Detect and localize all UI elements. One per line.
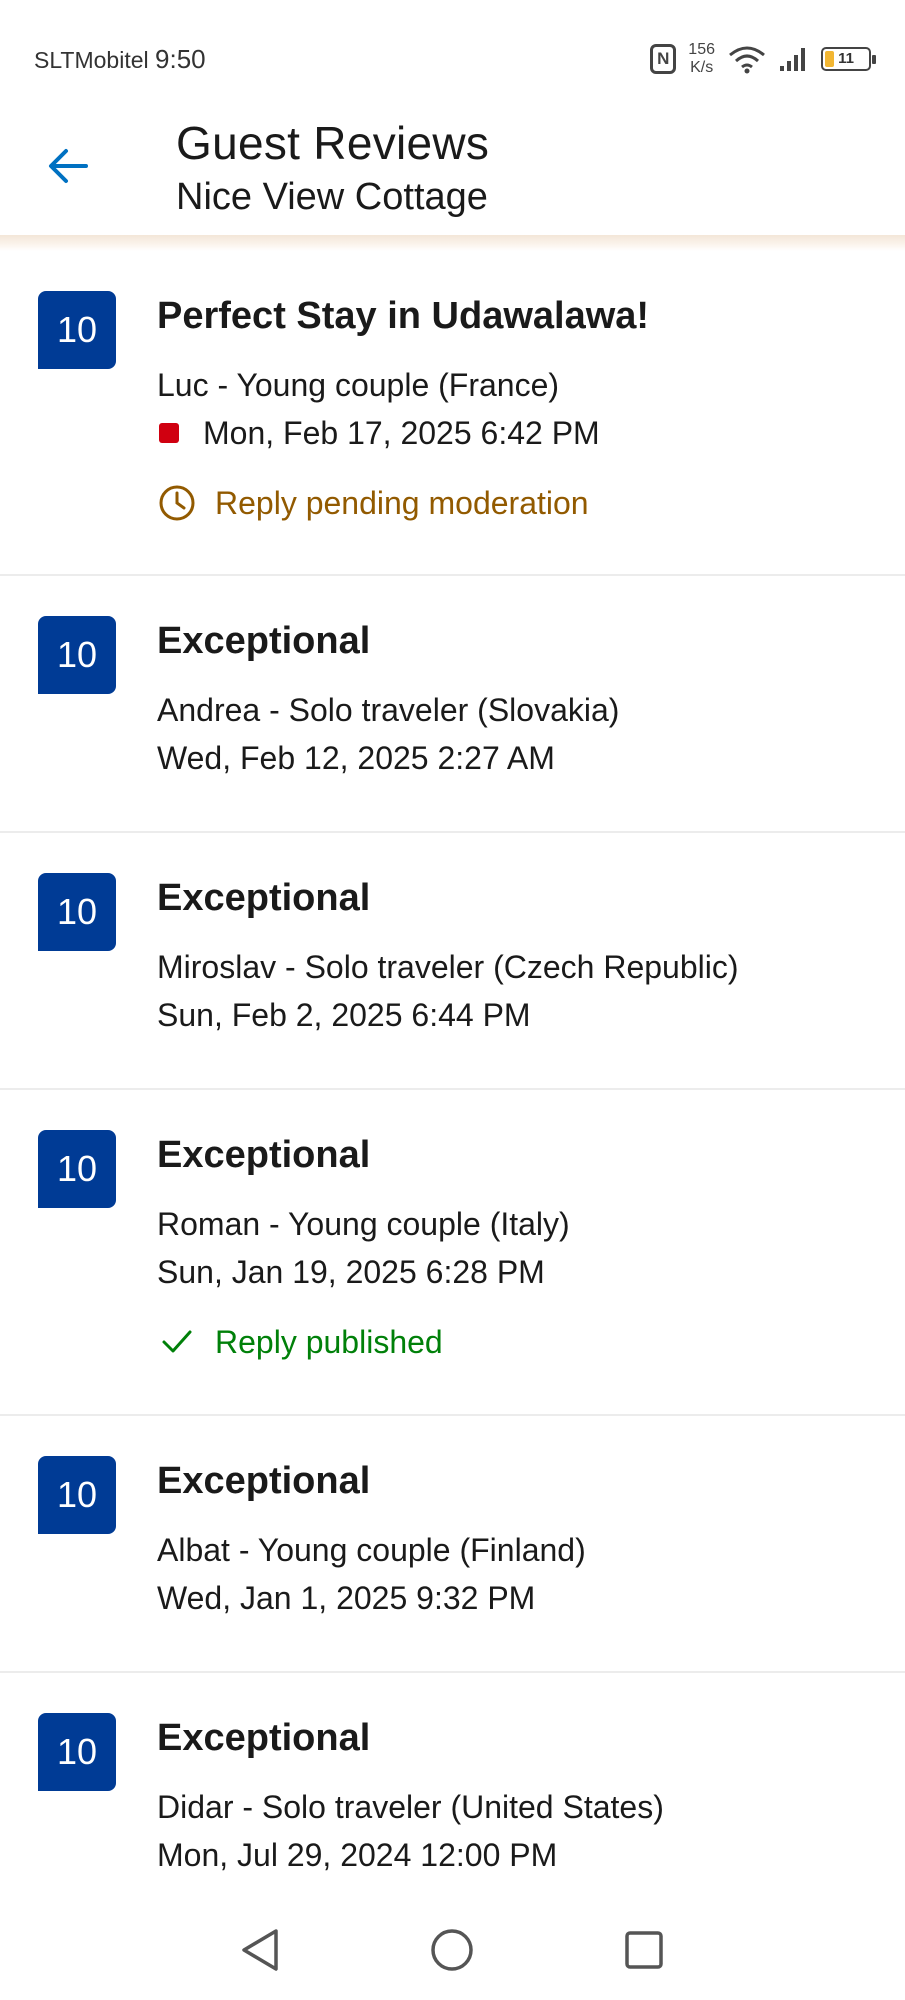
status-bar: SLTMobitel 9:50 N 156 K/s 11 (0, 0, 905, 110)
review-date: Sun, Jan 19, 2025 6:28 PM (157, 1254, 545, 1290)
home-circle-icon (431, 1929, 473, 1971)
review-date: Sun, Feb 2, 2025 6:44 PM (157, 997, 531, 1033)
recents-square-icon (625, 1931, 663, 1969)
page-title: Guest Reviews (176, 117, 490, 169)
review-title: Exceptional (157, 620, 371, 662)
review-item[interactable]: 10 Exceptional Miroslav - Solo traveler … (0, 833, 905, 1090)
back-triangle-icon (242, 1929, 278, 1971)
review-body: Perfect Stay in Udawalawa! Luc - Young c… (157, 251, 905, 523)
speed-value: 156 (688, 41, 715, 58)
reviewer-info: Miroslav - Solo traveler (Czech Republic… (157, 949, 739, 985)
reviewer-info: Andrea - Solo traveler (Slovakia) (157, 692, 620, 728)
review-item[interactable]: 10 Exceptional Didar - Solo traveler (Un… (0, 1673, 905, 1913)
flag-icon (159, 423, 179, 443)
nav-home-button[interactable] (424, 1922, 480, 1978)
score-badge: 10 (38, 1456, 116, 1534)
date-row: Wed, Feb 12, 2025 2:27 AM (157, 738, 905, 778)
review-body: Exceptional Roman - Young couple (Italy)… (157, 1090, 905, 1362)
clock-icon (157, 483, 197, 523)
app-header: Guest Reviews Nice View Cottage (0, 110, 905, 235)
carrier-time: SLTMobitel 9:50 (34, 44, 206, 75)
page-subtitle: Nice View Cottage (176, 176, 488, 218)
battery-icon: 11 (821, 47, 876, 71)
score-badge: 10 (38, 616, 116, 694)
date-row: Mon, Jul 29, 2024 12:00 PM (157, 1835, 905, 1875)
review-date: Wed, Feb 12, 2025 2:27 AM (157, 740, 555, 776)
reviewer-info: Luc - Young couple (France) (157, 367, 560, 403)
review-title: Exceptional (157, 1460, 371, 1502)
review-body: Exceptional Andrea - Solo traveler (Slov… (157, 576, 905, 778)
review-body: Exceptional Albat - Young couple (Finlan… (157, 1416, 905, 1618)
reply-status: Reply pending moderation (157, 483, 905, 523)
system-nav-bar (0, 1900, 905, 2000)
review-item[interactable]: 10 Exceptional Andrea - Solo traveler (S… (0, 576, 905, 833)
nfc-icon: N (650, 44, 677, 74)
review-list: 10 Perfect Stay in Udawalawa! Luc - Youn… (0, 251, 905, 1913)
nav-recents-button[interactable] (616, 1922, 672, 1978)
score-badge: 10 (38, 1130, 116, 1208)
reply-status: Reply published (157, 1322, 905, 1362)
score-badge: 10 (38, 873, 116, 951)
header-divider (0, 235, 905, 251)
wifi-icon (727, 44, 767, 74)
battery-level: 11 (838, 50, 854, 67)
score-badge: 10 (38, 291, 116, 369)
date-row: Sun, Jan 19, 2025 6:28 PM (157, 1252, 905, 1292)
arrow-left-icon (49, 149, 88, 183)
review-title: Exceptional (157, 1134, 371, 1176)
reviewer-info: Didar - Solo traveler (United States) (157, 1789, 664, 1825)
status-icons: N 156 K/s 11 (650, 34, 876, 84)
checkmark-icon (157, 1322, 197, 1362)
review-title: Exceptional (157, 1717, 371, 1759)
review-body: Exceptional Miroslav - Solo traveler (Cz… (157, 833, 905, 1035)
back-button[interactable] (30, 128, 106, 204)
signal-icon (779, 46, 809, 72)
review-title: Perfect Stay in Udawalawa! (157, 295, 650, 337)
reply-status-text: Reply pending moderation (215, 485, 589, 521)
date-row: Sun, Feb 2, 2025 6:44 PM (157, 995, 905, 1035)
review-item[interactable]: 10 Exceptional Roman - Young couple (Ita… (0, 1090, 905, 1416)
score-badge: 10 (38, 1713, 116, 1791)
reviewer-info: Albat - Young couple (Finland) (157, 1532, 586, 1568)
review-item[interactable]: 10 Exceptional Albat - Young couple (Fin… (0, 1416, 905, 1673)
network-speed: 156 K/s (688, 41, 715, 77)
reviewer-info: Roman - Young couple (Italy) (157, 1206, 570, 1242)
review-date: Wed, Jan 1, 2025 9:32 PM (157, 1580, 536, 1616)
date-row: Wed, Jan 1, 2025 9:32 PM (157, 1578, 905, 1618)
review-title: Exceptional (157, 877, 371, 919)
date-row: Mon, Feb 17, 2025 6:42 PM (157, 413, 905, 453)
clock: 9:50 (155, 44, 206, 74)
review-date: Mon, Feb 17, 2025 6:42 PM (203, 415, 600, 451)
carrier-name: SLTMobitel (34, 47, 149, 73)
speed-unit: K/s (690, 59, 714, 76)
reply-status-text: Reply published (215, 1324, 443, 1360)
nav-back-button[interactable] (232, 1922, 288, 1978)
review-body: Exceptional Didar - Solo traveler (Unite… (157, 1673, 905, 1875)
review-date: Mon, Jul 29, 2024 12:00 PM (157, 1837, 558, 1873)
review-item[interactable]: 10 Perfect Stay in Udawalawa! Luc - Youn… (0, 251, 905, 576)
